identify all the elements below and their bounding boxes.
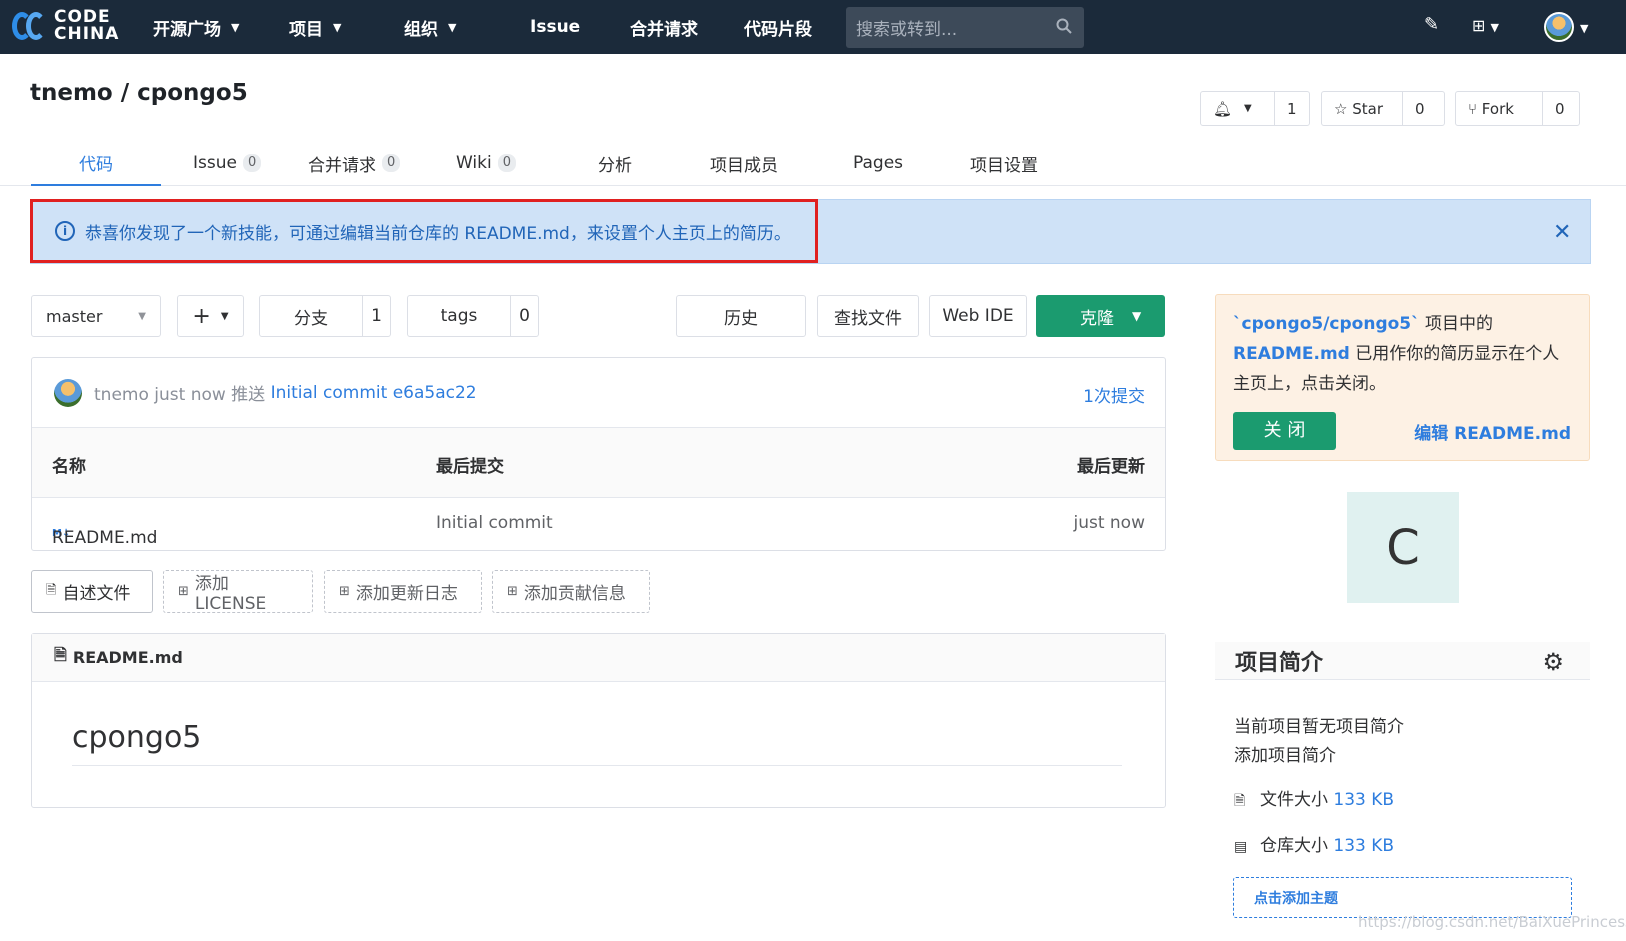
star-button[interactable]: ☆ Star 0: [1321, 91, 1445, 126]
column-last-update: 最后更新: [1077, 457, 1145, 477]
tab-analytics[interactable]: 分析: [598, 140, 632, 186]
star-count: 0: [1402, 92, 1437, 125]
plus-icon: +: [192, 303, 211, 329]
file-icon: 🗎︎: [1234, 793, 1246, 809]
chevron-down-icon: ▼: [333, 20, 342, 34]
plus-dropdown[interactable]: ⊞ ▼: [1472, 16, 1499, 35]
table-header: 名称 最后提交 最后更新: [32, 428, 1165, 498]
avatar[interactable]: [54, 378, 82, 407]
readme-heading: cpongo5: [72, 720, 1122, 766]
nav-issue[interactable]: Issue: [530, 0, 580, 54]
watermark: https://blog.csdn.net/BaiXuePrincess: [1358, 913, 1626, 931]
chevron-down-icon: ▼: [1244, 103, 1252, 114]
tab-code[interactable]: 代码: [31, 140, 161, 186]
top-navbar: CODE CHINA 开源广场 ▼ 项目 ▼ 组织 ▼ Issue 合并请求 代码片段…: [0, 0, 1626, 54]
codechina-logo[interactable]: CODE CHINA: [12, 8, 119, 44]
watch-button[interactable]: 🔔︎ ▼ 1: [1200, 91, 1310, 126]
tab-wiki[interactable]: Wiki 0: [456, 140, 517, 186]
readme-panel: 🗎︎ README.md cpongo5: [31, 633, 1166, 808]
plus-square-icon: ⊞: [1472, 16, 1486, 35]
plus-square-icon: ⊞: [507, 584, 518, 599]
file-icon: 🗎︎: [46, 582, 57, 598]
add-contributing-button[interactable]: ⊞ 添加贡献信息: [492, 570, 650, 613]
storage-icon: ▤: [1234, 839, 1248, 855]
file-browser: tnemo just now 推送 Initial commit e6a5ac2…: [31, 357, 1166, 551]
readme-filename[interactable]: README.md: [73, 648, 183, 667]
web-ide-button[interactable]: Web IDE: [929, 295, 1027, 337]
intro-empty: 当前项目暂无项目简介: [1234, 717, 1404, 737]
fork-count: 0: [1542, 92, 1577, 125]
project-intro-header: 项目简介 ⚙: [1215, 642, 1590, 680]
bell-icon: 🔔︎: [1213, 99, 1233, 118]
fork-button[interactable]: ⑂ Fork 0: [1455, 91, 1580, 126]
nav-projects[interactable]: 项目 ▼: [289, 0, 341, 54]
add-changelog-button[interactable]: ⊞ 添加更新日志: [324, 570, 482, 613]
search-input[interactable]: 搜索或转到...: [846, 7, 1084, 48]
logo-icon: [12, 8, 48, 44]
add-topic-button[interactable]: 点击添加主题: [1233, 877, 1572, 918]
readme-button[interactable]: 🗎︎ 自述文件: [31, 570, 153, 613]
history-button[interactable]: 历史: [676, 295, 806, 337]
chevron-down-icon: ▼: [138, 310, 146, 322]
file-icon: 🗎︎: [54, 645, 67, 664]
tab-merge-requests[interactable]: 合并请求 0: [308, 140, 401, 186]
last-commit-row: tnemo just now 推送 Initial commit e6a5ac2…: [32, 358, 1165, 428]
add-license-button[interactable]: ⊞ 添加LICENSE: [163, 570, 313, 614]
commit-message-link[interactable]: Initial commit: [271, 383, 388, 403]
star-icon: ☆: [1334, 99, 1348, 118]
logo-line2: CHINA: [54, 24, 120, 44]
edit-icon[interactable]: ✎: [1424, 14, 1439, 35]
close-icon[interactable]: ✕: [1553, 220, 1571, 245]
plus-square-icon: ⊞: [178, 584, 189, 599]
clone-button[interactable]: 克隆 ▼: [1036, 295, 1165, 337]
search-icon: [1056, 18, 1072, 34]
chevron-down-icon: ▼: [231, 20, 240, 34]
file-commit[interactable]: Initial commit: [436, 513, 553, 533]
chevron-down-icon: ▼: [220, 310, 229, 322]
edit-readme-link[interactable]: 编辑 README.md: [1414, 419, 1571, 449]
plus-square-icon: ⊞: [339, 584, 350, 599]
tags-button[interactable]: tags 0: [407, 295, 539, 337]
nav-explore[interactable]: 开源广场 ▼: [153, 0, 239, 54]
repo-size: ▤ 仓库大小 133 KB: [1234, 836, 1395, 856]
commit-count-link[interactable]: 1次提交: [1083, 382, 1145, 407]
fork-icon: ⑂: [1468, 99, 1478, 118]
commit-meta: tnemo just now 推送: [94, 385, 266, 405]
file-updated: just now: [1073, 513, 1145, 533]
resume-notice: `cpongo5/cpongo5` 项目中的 README.md 已用作你的简历…: [1215, 294, 1590, 461]
nav-snippets[interactable]: 代码片段: [744, 0, 812, 54]
project-avatar: C: [1347, 492, 1459, 603]
info-icon: i: [55, 221, 75, 241]
gear-icon[interactable]: ⚙: [1542, 648, 1564, 676]
nav-merge-requests[interactable]: 合并请求: [630, 0, 698, 54]
close-button[interactable]: 关 闭: [1233, 412, 1336, 450]
add-intro-link[interactable]: 添加项目简介: [1234, 741, 1336, 766]
chevron-down-icon: ▼: [1490, 21, 1499, 34]
file-name[interactable]: README.md: [52, 528, 157, 548]
tab-pages[interactable]: Pages: [853, 140, 903, 186]
table-row[interactable]: M↓ README.md Initial commit just now: [32, 498, 1165, 550]
add-dropdown[interactable]: + ▼: [177, 295, 244, 337]
alert-message: i 恭喜你发现了一个新技能，可通过编辑当前仓库的 README.md，来设置个人…: [30, 199, 818, 263]
chevron-down-icon: ▼: [1132, 309, 1142, 323]
tab-members[interactable]: 项目成员: [710, 140, 778, 186]
column-last-commit: 最后提交: [436, 457, 504, 477]
file-size: 🗎︎ 文件大小 133 KB: [1234, 785, 1394, 814]
chevron-down-icon: ▼: [448, 20, 457, 34]
branch-select[interactable]: master ▼: [31, 295, 161, 337]
user-avatar[interactable]: [1544, 12, 1574, 42]
column-name: 名称: [52, 457, 86, 477]
tab-issue[interactable]: Issue 0: [193, 140, 262, 186]
branches-button[interactable]: 分支 1: [259, 295, 391, 337]
commit-sha-link[interactable]: e6a5ac22: [393, 383, 477, 403]
nav-groups[interactable]: 组织 ▼: [404, 0, 456, 54]
tab-settings[interactable]: 项目设置: [970, 140, 1038, 186]
find-file-button[interactable]: 查找文件: [817, 295, 919, 337]
chevron-down-icon[interactable]: ▼: [1580, 22, 1588, 35]
project-tabs: 代码 Issue 0 合并请求 0 Wiki 0 分析 项目成员 Pages 项目设置: [0, 140, 1626, 186]
repo-title[interactable]: tnemo / cpongo5: [30, 80, 248, 106]
watch-count: 1: [1274, 92, 1309, 125]
